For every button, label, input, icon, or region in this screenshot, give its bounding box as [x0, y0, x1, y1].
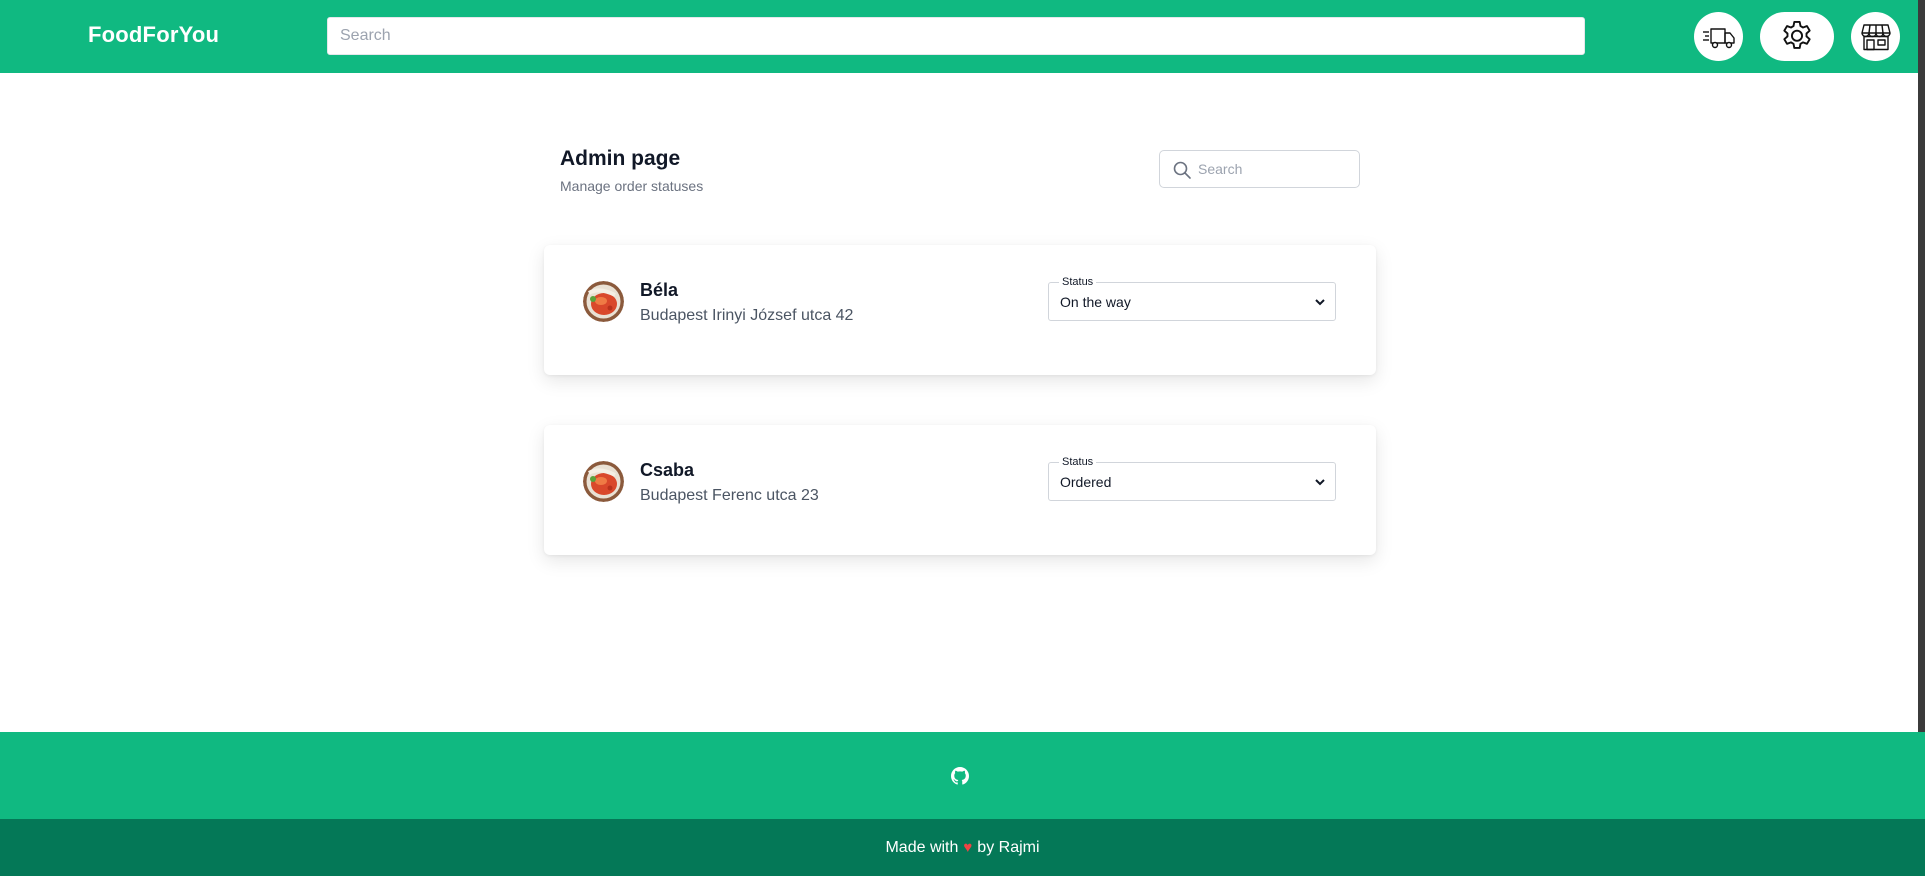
admin-search-box [1159, 150, 1360, 188]
footer-credit-bar: Made with ♥ by Rajmi [0, 819, 1925, 876]
search-icon [1173, 161, 1191, 179]
heart-icon: ♥ [963, 839, 973, 856]
top-navbar: FoodForYou [0, 0, 1925, 73]
customer-name: Csaba [640, 460, 695, 480]
header-search-input[interactable] [327, 17, 1585, 55]
store-button[interactable] [1851, 12, 1900, 61]
settings-button[interactable] [1760, 12, 1834, 61]
status-select[interactable]: Ordered [1056, 470, 1328, 494]
customer-address: Budapest Ferenc utca 23 [640, 487, 819, 504]
order-card: Csaba Budapest Ferenc utca 23 Status Ord… [544, 425, 1376, 555]
orders-truck-button[interactable] [1694, 12, 1743, 61]
made-with-text: Made with [885, 838, 959, 856]
author-text: by Rajmi [977, 838, 1040, 856]
food-avatar [583, 281, 624, 322]
brand-logo[interactable]: FoodForYou [88, 22, 219, 48]
status-select[interactable]: On the way [1056, 290, 1328, 314]
status-label: Status [1062, 276, 1094, 288]
status-field: Status Ordered [1048, 456, 1336, 501]
admin-search-input[interactable] [1198, 151, 1356, 187]
status-field: Status On the way [1048, 276, 1336, 321]
page-subtitle: Manage order statuses [560, 178, 704, 194]
gear-icon [1783, 20, 1811, 49]
store-icon [1860, 23, 1891, 50]
truck-icon [1702, 27, 1735, 48]
github-icon [951, 767, 969, 785]
page-title: Admin page [560, 147, 681, 170]
customer-name: Béla [640, 280, 679, 300]
food-avatar [583, 461, 624, 502]
github-link[interactable] [951, 767, 969, 785]
page: FoodForYou Search Admin page Manage orde… [0, 0, 1925, 876]
footer-credit: Made with ♥ by Rajmi [885, 839, 1039, 857]
customer-address: Budapest Irinyi József utca 42 [640, 307, 854, 324]
status-label: Status [1062, 456, 1094, 468]
footer-links-bar [0, 732, 1925, 819]
order-card: Béla Budapest Irinyi József utca 42 Stat… [544, 245, 1376, 375]
